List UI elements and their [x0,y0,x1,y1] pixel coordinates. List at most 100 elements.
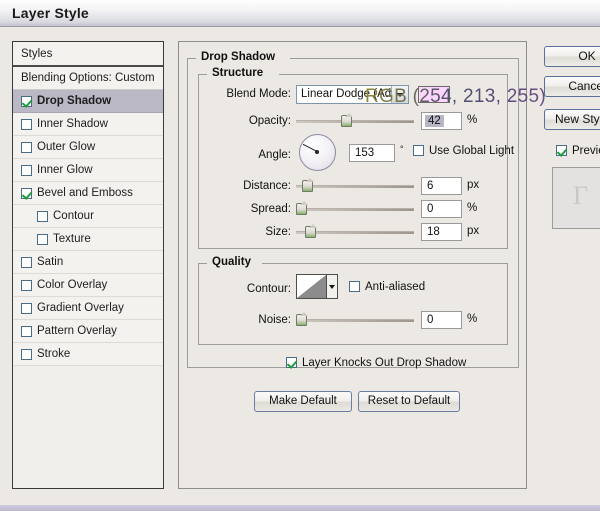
opacity-slider-track [296,120,414,123]
spread-label: Spread: [250,203,291,215]
spread-slider-knob[interactable] [296,201,308,215]
effect-label: Gradient Overlay [37,302,124,314]
effect-checkbox-stroke[interactable] [21,349,32,360]
noise-slider-track [296,319,414,322]
angle-value: 153 [355,147,375,159]
noise-slider-knob[interactable] [296,312,308,326]
effect-label: Contour [53,210,94,222]
blending-options-item[interactable]: Blending Options: Custom [13,67,163,90]
cancel-button[interactable]: Cancel [544,76,600,97]
noise-unit: % [467,313,478,325]
effect-row-gradient-overlay[interactable]: Gradient Overlay [13,297,163,320]
size-slider-knob[interactable] [305,224,317,238]
anti-aliased-checkbox[interactable] [349,281,360,293]
effect-row-drop-shadow[interactable]: Drop Shadow [13,90,163,113]
noise-input[interactable]: 0 [421,311,462,329]
effect-label: Drop Shadow [37,95,112,107]
effect-row-inner-shadow[interactable]: Inner Shadow [13,113,163,136]
make-default-button[interactable]: Make Default [254,391,352,412]
new-style-button[interactable]: New Style... [544,109,600,130]
effect-checkbox-satin[interactable] [21,257,32,268]
effect-label: Pattern Overlay [37,325,117,337]
quality-group-title: Quality [207,256,256,268]
anti-aliased-label: Anti-aliased [365,281,426,293]
preview-label: Preview [572,145,600,157]
effect-checkbox-texture[interactable] [37,234,48,245]
effect-row-stroke[interactable]: Stroke [13,343,163,366]
size-value: 18 [427,226,440,238]
distance-value: 6 [427,180,434,192]
effect-checkbox-contour[interactable] [37,211,48,222]
effect-checkbox-inner-glow[interactable] [21,165,32,176]
opacity-slider-knob[interactable] [341,113,353,127]
effect-row-outer-glow[interactable]: Outer Glow [13,136,163,159]
contour-dropdown-arrow-icon[interactable] [327,275,337,298]
angle-dial-hub [315,150,319,154]
effect-label: Bevel and Emboss [37,187,133,199]
use-global-light-label: Use Global Light [429,145,515,157]
layer-style-dialog: Layer Style Styles Blending Options: Cus… [0,0,600,511]
effect-checkbox-gradient-overlay[interactable] [21,303,32,314]
rgb-annotation: RGB (254, 213, 255) [365,86,547,107]
angle-dial[interactable] [299,134,336,171]
effect-row-bevel-and-emboss[interactable]: Bevel and Emboss [13,182,163,205]
style-preview-thumbnail: Γ [552,167,600,229]
drop-shadow-group-rule [290,58,518,59]
structure-group-title: Structure [207,67,269,79]
layer-knocks-out-row[interactable]: Layer Knocks Out Drop Shadow [286,357,466,369]
contour-curve-preview [297,275,327,298]
effect-checkbox-color-overlay[interactable] [21,280,32,291]
spread-unit: % [467,202,478,214]
effect-label: Inner Shadow [37,118,108,130]
effect-checkbox-bevel-and-emboss[interactable] [21,188,32,199]
effect-row-contour[interactable]: Contour [13,205,163,228]
distance-slider[interactable] [296,178,414,192]
opacity-value: 42 [425,115,444,127]
spread-input[interactable]: 0 [421,200,462,218]
noise-value: 0 [427,314,434,326]
use-global-light-row[interactable]: Use Global Light [413,145,514,157]
spread-slider[interactable] [296,201,414,215]
opacity-label: Opacity: [248,115,291,127]
effect-checkbox-outer-glow[interactable] [21,142,32,153]
effect-checkbox-inner-shadow[interactable] [21,119,32,130]
anti-aliased-row[interactable]: Anti-aliased [349,281,425,293]
size-label: Size: [265,226,291,238]
effect-row-inner-glow[interactable]: Inner Glow [13,159,163,182]
distance-label: Distance: [243,180,291,192]
angle-label: Angle: [258,149,291,161]
opacity-input[interactable]: 42 [421,112,462,130]
size-slider[interactable] [296,224,414,238]
effect-checkbox-drop-shadow[interactable] [21,96,32,107]
reset-to-default-button[interactable]: Reset to Default [358,391,460,412]
quality-group: Quality Contour: Anti-aliased Noise: 0 % [198,256,508,345]
effect-label: Stroke [37,348,71,360]
distance-input[interactable]: 6 [421,177,462,195]
effect-row-color-overlay[interactable]: Color Overlay [13,274,163,297]
size-input[interactable]: 18 [421,223,462,241]
preview-row[interactable]: Preview [556,145,600,157]
distance-slider-track [296,185,414,188]
opacity-unit: % [467,114,478,126]
use-global-light-checkbox[interactable] [413,145,424,157]
noise-slider[interactable] [296,312,414,326]
opacity-slider[interactable] [296,113,414,127]
ok-button[interactable]: OK [544,46,600,67]
preview-checkbox[interactable] [556,145,567,157]
spread-value: 0 [427,203,434,215]
distance-slider-knob[interactable] [302,178,314,192]
contour-label: Contour: [246,283,291,295]
effect-row-satin[interactable]: Satin [13,251,163,274]
angle-input[interactable]: 153 [349,144,395,162]
blend-mode-label: Blend Mode: [226,88,291,100]
effect-row-texture[interactable]: Texture [13,228,163,251]
contour-picker[interactable] [296,274,338,299]
layer-knocks-out-checkbox[interactable] [286,357,297,369]
distance-unit: px [467,179,480,191]
effect-checkbox-pattern-overlay[interactable] [21,326,32,337]
effect-label: Color Overlay [37,279,108,291]
size-unit: px [467,225,480,237]
drop-shadow-group-title: Drop Shadow [196,51,281,63]
effect-row-pattern-overlay[interactable]: Pattern Overlay [13,320,163,343]
window-title: Layer Style [12,5,89,21]
